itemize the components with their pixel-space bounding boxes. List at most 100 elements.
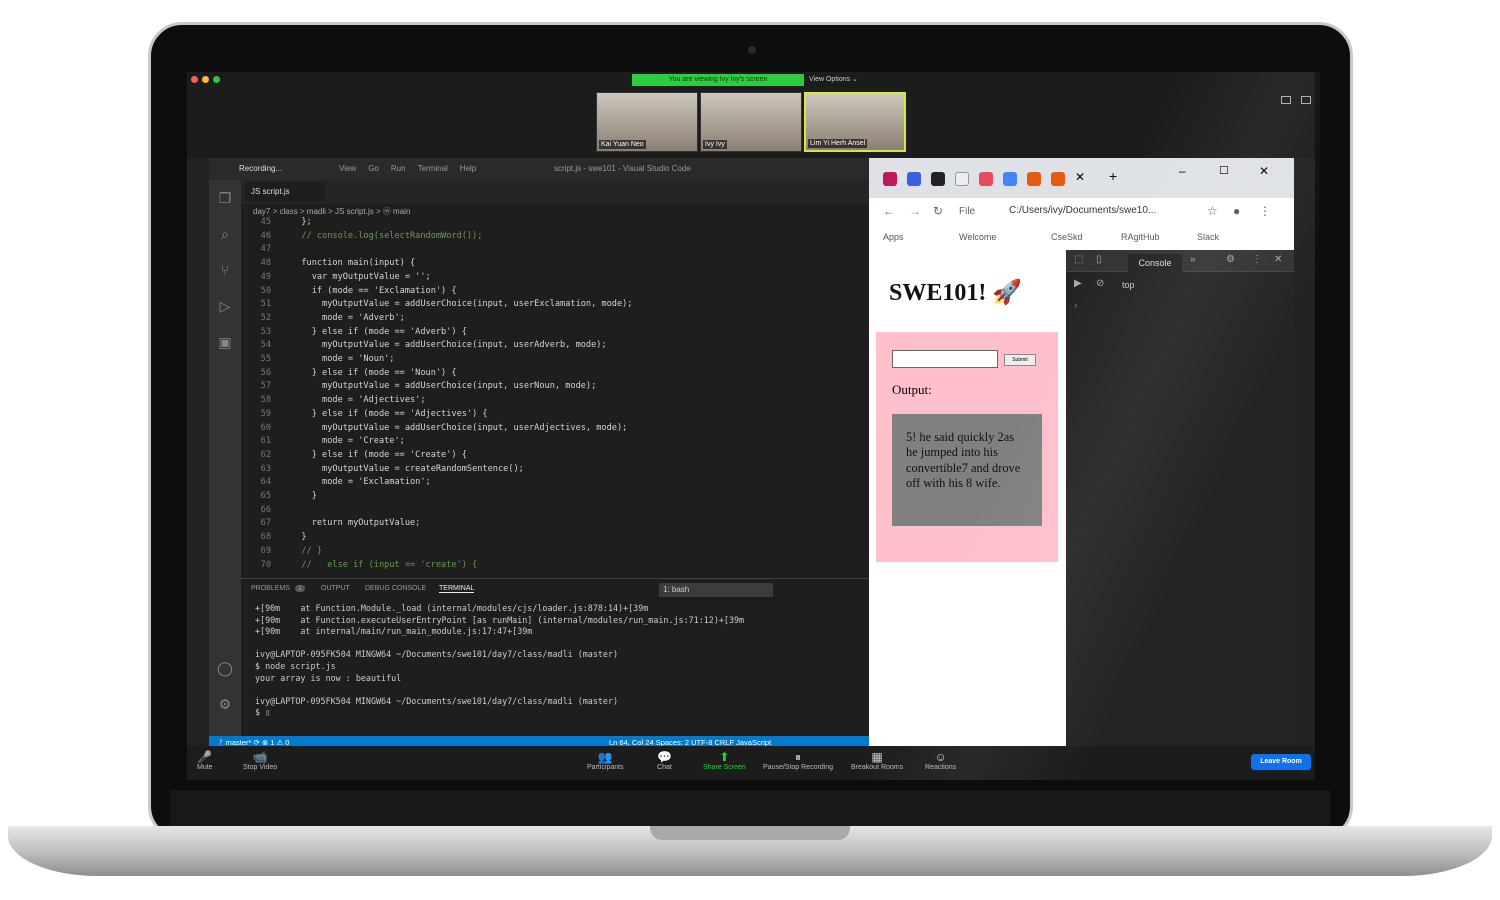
zoom-share-screen-button[interactable]: ⬆ Share Screen: [703, 750, 746, 771]
code-line[interactable]: } else if (mode == 'Adjectives') {: [291, 408, 488, 422]
zoom-breakout-rooms-button[interactable]: ▦ Breakout Rooms: [851, 750, 903, 771]
code-line[interactable]: }: [291, 531, 306, 545]
tab-favicon[interactable]: [1051, 172, 1065, 186]
close-devtools-icon[interactable]: ✕: [1274, 254, 1282, 265]
code-line[interactable]: mode = 'Adverb';: [291, 312, 405, 326]
account-icon[interactable]: ◯: [217, 660, 233, 676]
wikipedia-icon[interactable]: [955, 172, 969, 186]
code-line[interactable]: myOutputValue = addUserChoice(input, use…: [291, 422, 627, 436]
forward-icon[interactable]: →: [909, 204, 921, 218]
code-line[interactable]: myOutputValue = addUserChoice(input, use…: [291, 298, 632, 312]
code-line[interactable]: }: [291, 490, 317, 504]
submit-button[interactable]: Submit: [1004, 354, 1036, 366]
maximize-icon[interactable]: ☐: [1219, 164, 1229, 177]
menu-run[interactable]: Run: [391, 164, 406, 173]
code-line[interactable]: mode = 'Create';: [291, 435, 405, 449]
participant-video[interactable]: Kai Yuan Neo: [596, 92, 698, 152]
fullscreen-icon[interactable]: [1301, 96, 1311, 104]
source-control-icon[interactable]: ⑂: [217, 262, 233, 278]
zoom-pause-stop-recording-button[interactable]: ⏸ Pause/Stop Recording: [763, 750, 833, 771]
tab-problems[interactable]: PROBLEMS: [251, 585, 290, 592]
code-line[interactable]: // console.log(selectRandomWord());: [291, 230, 482, 244]
run-debug-icon[interactable]: ▷: [217, 298, 233, 314]
zoom-chat-button[interactable]: 💬 Chat: [657, 750, 672, 771]
minimize-dot[interactable]: [202, 76, 209, 83]
bookmark-welcome[interactable]: Welcome: [959, 232, 996, 242]
tab-terminal[interactable]: TERMINAL: [439, 585, 475, 593]
settings-gear-icon[interactable]: ⚙: [1226, 254, 1235, 265]
shell-select[interactable]: 1: bash: [659, 583, 773, 597]
star-icon[interactable]: ☆: [1207, 204, 1218, 218]
tab-favicon[interactable]: [1027, 172, 1041, 186]
search-icon[interactable]: ⌕: [217, 226, 233, 242]
code-line[interactable]: // }: [291, 545, 322, 559]
zoom-participants-button[interactable]: 👥 Participants: [587, 750, 624, 771]
context-select[interactable]: top: [1122, 280, 1135, 290]
input-field[interactable]: [892, 350, 998, 368]
menu-help[interactable]: Help: [460, 164, 476, 173]
code-line[interactable]: } else if (mode == 'Adverb') {: [291, 326, 467, 340]
zoom-reactions-button[interactable]: ☺ Reactions: [925, 750, 956, 771]
tab-debug-console[interactable]: DEBUG CONSOLE: [365, 585, 426, 592]
participant-video[interactable]: Ivy Ivy: [700, 92, 802, 152]
tab-output[interactable]: OUTPUT: [321, 585, 350, 592]
code-line[interactable]: if (mode == 'Exclamation') {: [291, 285, 457, 299]
bookmark-ragithub[interactable]: RAgitHub: [1121, 232, 1160, 242]
settings-gear-icon[interactable]: ⚙: [217, 696, 233, 712]
close-window-icon[interactable]: ✕: [1259, 164, 1269, 178]
github-icon[interactable]: [931, 172, 945, 186]
menu-view[interactable]: View: [339, 164, 356, 173]
bookmark-cseskd[interactable]: CseSkd: [1051, 232, 1083, 242]
inspect-icon[interactable]: ⬚: [1074, 254, 1083, 265]
tab-favicon[interactable]: [907, 172, 921, 186]
close-tab-icon[interactable]: ✕: [1075, 170, 1085, 184]
bookmark-apps[interactable]: Apps: [883, 232, 904, 242]
tab-favicon[interactable]: [979, 172, 993, 186]
gallery-view-icon[interactable]: [1281, 96, 1291, 104]
device-toolbar-icon[interactable]: ▯: [1096, 254, 1102, 265]
code-line[interactable]: myOutputValue = addUserChoice(input, use…: [291, 339, 607, 353]
kebab-menu-icon[interactable]: ⋮: [1252, 254, 1262, 265]
participant-video-active[interactable]: Lim Yi Herh Ansel: [804, 92, 906, 152]
more-tabs-icon[interactable]: »: [1190, 254, 1196, 265]
zoom-mute-button[interactable]: 🎤 Mute: [197, 750, 213, 771]
back-icon[interactable]: ←: [883, 204, 895, 218]
view-options-button[interactable]: View Options ⌄: [809, 74, 858, 86]
chrome-menu-icon[interactable]: ⋮: [1259, 204, 1271, 218]
reload-icon[interactable]: ↻: [933, 204, 943, 218]
recording-indicator[interactable]: Recording...: [239, 164, 282, 173]
console-prompt-icon[interactable]: ›: [1074, 300, 1077, 311]
close-dot[interactable]: [191, 76, 198, 83]
extensions-icon[interactable]: ▣: [217, 334, 233, 350]
code-line[interactable]: mode = 'Exclamation';: [291, 476, 431, 490]
tab-script-js[interactable]: JS script.js: [245, 182, 325, 202]
code-line[interactable]: };: [291, 216, 311, 230]
code-line[interactable]: function main(input) {: [291, 257, 415, 271]
code-line[interactable]: return myOutputValue;: [291, 517, 421, 531]
code-line[interactable]: myOutputValue = createRandomSentence();: [291, 463, 524, 477]
profile-icon[interactable]: ●: [1233, 204, 1240, 218]
code-line[interactable]: } else if (mode == 'Create') {: [291, 449, 467, 463]
code-line[interactable]: } else if (mode == 'Noun') {: [291, 367, 457, 381]
bookmark-slack[interactable]: Slack: [1197, 232, 1219, 242]
leave-room-button[interactable]: Leave Room: [1251, 754, 1311, 770]
new-tab-icon[interactable]: +: [1109, 168, 1117, 184]
zoom-stop-video-button[interactable]: 📹 Stop Video: [243, 750, 277, 771]
code-line[interactable]: // else if (input == 'create') {: [291, 559, 477, 573]
clear-console-icon[interactable]: ⊘: [1096, 278, 1104, 289]
code-editor[interactable]: 45 }; 46 // console.log(selectRandomWord(…: [241, 216, 869, 570]
explorer-icon[interactable]: ❐: [217, 190, 233, 206]
sidebar-toggle-icon[interactable]: ▶: [1074, 278, 1082, 289]
maximize-dot[interactable]: [213, 76, 220, 83]
terminal-output[interactable]: +[90m at Function.Module._load (internal…: [255, 603, 744, 719]
code-line[interactable]: var myOutputValue = '';: [291, 271, 431, 285]
code-line[interactable]: myOutputValue = addUserChoice(input, use…: [291, 380, 596, 394]
google-icon[interactable]: [1003, 172, 1017, 186]
minimize-icon[interactable]: –: [1179, 164, 1186, 178]
code-line[interactable]: mode = 'Noun';: [291, 353, 394, 367]
menu-terminal[interactable]: Terminal: [418, 164, 448, 173]
menu-go[interactable]: Go: [368, 164, 379, 173]
tab-console[interactable]: Console: [1128, 254, 1182, 272]
code-line[interactable]: mode = 'Adjectives';: [291, 394, 426, 408]
tab-favicon[interactable]: [883, 172, 897, 186]
